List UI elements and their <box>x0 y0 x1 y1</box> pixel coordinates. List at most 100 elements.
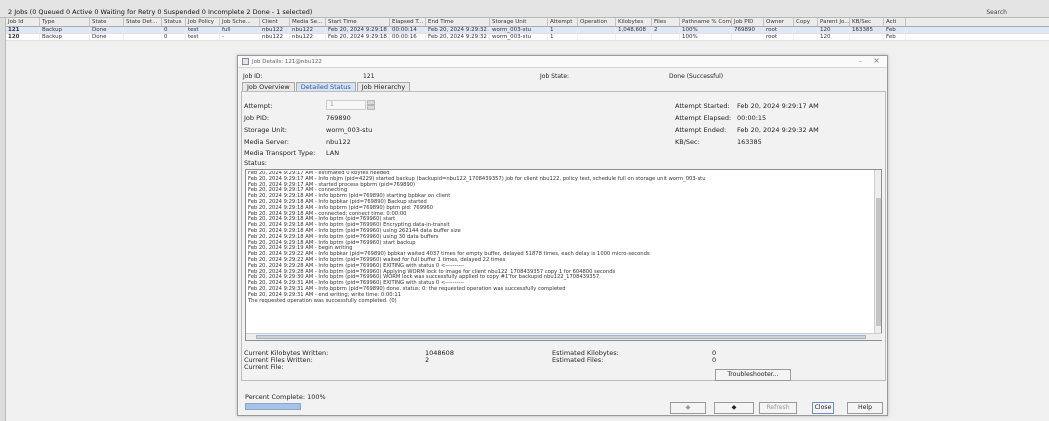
column-header[interactable]: Acti <box>884 18 906 26</box>
log-horizontal-scrollbar[interactable] <box>246 333 882 340</box>
column-header[interactable]: Owner <box>764 18 794 26</box>
minimize-icon[interactable]: – <box>859 57 863 65</box>
spinner-down-icon[interactable] <box>367 105 375 110</box>
column-header[interactable]: End Time <box>426 18 490 26</box>
log-vertical-scroll-thumb[interactable] <box>876 198 881 326</box>
column-header[interactable]: Status <box>162 18 186 26</box>
column-header[interactable]: Job Policy <box>186 18 220 26</box>
column-header[interactable]: Operation <box>578 18 616 26</box>
job-pid-value: 769890 <box>326 114 351 122</box>
help-button[interactable]: Help <box>847 402 883 414</box>
table-cell: 0 <box>162 34 186 40</box>
media-server-label: Media Server: <box>244 138 289 146</box>
table-cell: 1 <box>548 27 578 33</box>
column-header[interactable]: Job Sche... <box>220 18 260 26</box>
table-cell: Feb 20, 2024 9:29:32 AM <box>426 27 490 33</box>
table-cell: Backup <box>40 34 90 40</box>
left-sidebar-strip <box>0 18 6 421</box>
column-header[interactable]: Job PID <box>732 18 764 26</box>
table-cell <box>850 34 884 40</box>
table-cell: Feb 20, 2024 9:29:32 AM <box>426 34 490 40</box>
column-header[interactable]: Pathname % Comple... <box>680 18 732 26</box>
column-header[interactable]: Attempt <box>548 18 578 26</box>
column-header[interactable]: Kilobytes <box>616 18 652 26</box>
table-cell: test <box>186 34 220 40</box>
column-header[interactable]: Type <box>40 18 90 26</box>
search-label[interactable]: Search <box>986 9 1007 16</box>
table-cell <box>794 27 818 33</box>
column-header[interactable]: KB/Sec <box>850 18 884 26</box>
refresh-button[interactable]: Refresh <box>759 402 797 414</box>
next-attempt-button[interactable]: ◆ <box>714 402 754 414</box>
attempt-started-value: Feb 20, 2024 9:29:17 AM <box>737 102 819 110</box>
attempt-label: Attempt: <box>244 102 273 110</box>
status-log-lines: Feb 20, 2024 9:29:17 AM - estimated 0 kb… <box>248 171 878 336</box>
column-header[interactable]: Media Se... <box>290 18 326 26</box>
table-cell: Feb <box>884 34 906 40</box>
attempt-spinner[interactable]: 1 <box>326 100 366 110</box>
jobs-table: Job Id Type State State Det... Status Job Pol… <box>6 18 1049 41</box>
column-header[interactable]: Storage Unit <box>490 18 548 26</box>
log-vertical-scrollbar[interactable] <box>874 170 881 333</box>
table-cell: Done <box>90 27 124 33</box>
table-cell: nbu122 <box>260 27 290 33</box>
job-id-row: Job ID: 121 Job State: Done (Successful) <box>243 73 863 82</box>
attempt-elapsed-value: 00:00:15 <box>737 114 767 122</box>
table-cell: nbu122 <box>290 34 326 40</box>
table-row[interactable]: 120 Backup Done 0 test - nbu122 nbu122 Feb 20, 2… <box>6 34 1049 41</box>
column-header[interactable]: State <box>90 18 124 26</box>
column-header[interactable]: Parent Jo... <box>818 18 850 26</box>
detailed-status-panel: Attempt: 1 Job PID: 769890 Storage Unit:… <box>241 91 886 381</box>
table-cell: 00:00:14 <box>390 27 426 33</box>
storage-unit-label: Storage Unit: <box>244 126 287 134</box>
percent-complete-fill <box>246 404 300 409</box>
kbsec-label: KB/Sec: <box>675 138 700 146</box>
column-header[interactable]: State Det... <box>124 18 162 26</box>
table-cell <box>652 34 680 40</box>
table-cell: Feb 20, 2024 9:29:18 AM <box>326 27 390 33</box>
media-transport-label: Media Transport Type: <box>244 149 316 157</box>
column-header[interactable]: Job Id <box>6 18 40 26</box>
close-button[interactable]: Close <box>812 402 834 414</box>
table-cell <box>578 27 616 33</box>
attempt-started-label: Attempt Started: <box>675 102 730 110</box>
table-cell: worm_003-stu <box>490 27 548 33</box>
dialog-title: Job Details: 121@nbu122 <box>252 59 322 65</box>
table-cell <box>124 27 162 33</box>
table-cell: 121 <box>6 27 40 33</box>
table-cell: 1,048,608 <box>616 27 652 33</box>
table-cell: nbu122 <box>260 34 290 40</box>
table-cell: 769890 <box>732 27 764 33</box>
close-icon[interactable]: × <box>873 56 880 65</box>
table-cell: nbu122 <box>290 27 326 33</box>
log-line: The requested operation was successfully… <box>248 297 397 304</box>
column-header[interactable]: Copy <box>794 18 818 26</box>
column-header[interactable]: Elapsed T... <box>390 18 426 26</box>
dialog-titlebar[interactable]: Job Details: 121@nbu122 – × <box>238 56 887 68</box>
table-cell: Feb 20, 2024 9:29:18 AM <box>326 34 390 40</box>
table-cell: 00:00:16 <box>390 34 426 40</box>
previous-attempt-button[interactable]: ◆ <box>670 402 706 414</box>
column-header[interactable]: Files <box>652 18 680 26</box>
table-cell: 1 <box>548 34 578 40</box>
log-horizontal-scroll-thumb[interactable] <box>256 335 866 339</box>
percent-complete-label: Percent Complete: 100% <box>245 393 326 401</box>
table-cell: - <box>220 34 260 40</box>
table-cell: full <box>220 27 260 33</box>
status-log[interactable]: Feb 20, 2024 9:29:17 AM - estimated 0 kb… <box>245 169 882 341</box>
table-cell: 163385 <box>850 27 884 33</box>
table-cell: Backup <box>40 27 90 33</box>
job-id-value: 121 <box>363 73 375 80</box>
attempt-elapsed-label: Attempt Elapsed: <box>675 114 732 122</box>
media-server-value: nbu122 <box>326 138 351 146</box>
table-cell: 120 <box>818 27 850 33</box>
job-state-value: Done (Successful) <box>669 73 724 80</box>
job-state-label: Job State: <box>540 73 570 80</box>
column-header[interactable]: Client <box>260 18 290 26</box>
table-row[interactable]: 121 Backup Done 0 test full nbu122 nbu122 Feb 20… <box>6 27 1049 34</box>
column-header[interactable]: Start Time <box>326 18 390 26</box>
troubleshooter-button[interactable]: Troubleshooter... <box>715 369 791 381</box>
current-kb-value: 1048608 <box>425 349 454 357</box>
table-cell <box>578 34 616 40</box>
job-details-dialog: Job Details: 121@nbu122 – × Job ID: 121 … <box>237 55 888 416</box>
